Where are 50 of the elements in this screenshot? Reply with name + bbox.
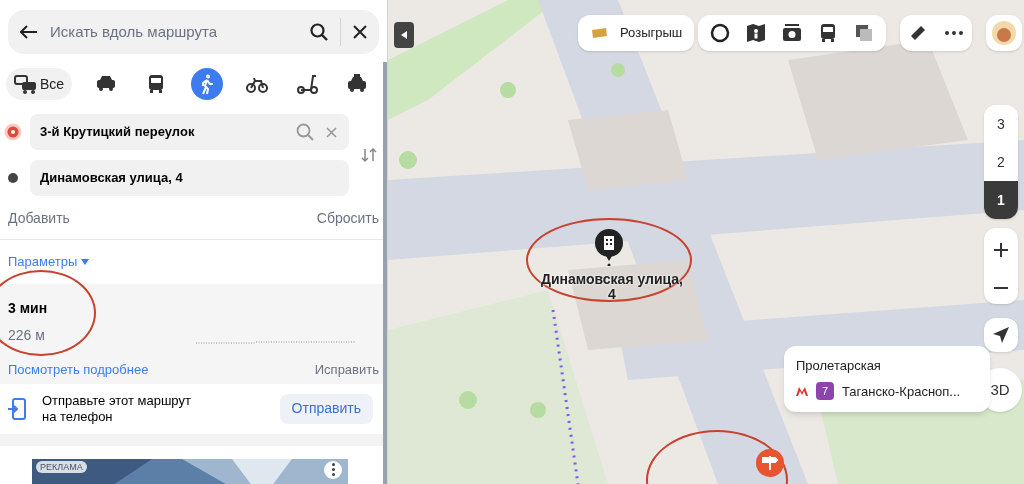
search-placeholder: Искать вдоль маршрута	[50, 21, 219, 42]
metro-popup[interactable]: Пролетарская 7 Таганско-Красноп...	[784, 346, 990, 412]
collapse-button[interactable]	[394, 22, 414, 48]
circle-icon[interactable]	[710, 23, 730, 43]
line-name: Таганско-Красноп...	[842, 382, 961, 401]
send-button[interactable]: Отправить	[279, 393, 373, 424]
search-bar[interactable]: Искать вдоль маршрута	[8, 10, 379, 55]
building-pin-icon[interactable]	[594, 228, 624, 266]
reset-link[interactable]: Сбросить	[316, 208, 379, 230]
all-modes-tab[interactable]: Все	[6, 68, 73, 101]
ruler-icon[interactable]	[909, 24, 927, 42]
add-link[interactable]: Добавить	[8, 208, 70, 230]
swap-icon[interactable]	[361, 147, 377, 164]
floor-button[interactable]: 3	[984, 105, 1018, 143]
zoom-in-icon[interactable]	[994, 243, 1008, 257]
raffle-button[interactable]: Розыгрыш	[578, 15, 695, 51]
vehicles-icon	[14, 73, 36, 96]
route-point-field[interactable]: Динамовская улица, 4	[30, 160, 349, 197]
tree	[611, 63, 625, 77]
close-icon[interactable]	[353, 25, 367, 40]
back-icon[interactable]	[20, 25, 38, 40]
avatar-button[interactable]	[986, 15, 1022, 51]
start-point-icon	[4, 123, 22, 142]
route-distance: 226 м	[8, 325, 45, 345]
scooter-icon	[295, 73, 318, 96]
location-arrow-icon	[993, 327, 1009, 343]
bus-icon[interactable]	[818, 23, 838, 43]
caret-icon	[401, 31, 407, 39]
route-time: 3 мин	[8, 298, 49, 318]
floor-button[interactable]: 2	[984, 143, 1018, 181]
locate-button[interactable]	[984, 318, 1018, 352]
fix-link[interactable]: Исправить	[314, 359, 379, 380]
send-to-phone-text: Отправьте этот маршрут на телефон	[42, 392, 192, 425]
floor-button[interactable]: 1	[984, 181, 1018, 219]
avatar-icon	[991, 20, 1017, 46]
caret-icon	[81, 258, 90, 265]
search-icon[interactable]	[310, 23, 328, 42]
signpost-pin-icon[interactable]	[754, 448, 786, 478]
scrollbar[interactable]	[383, 62, 387, 484]
metro-icon	[796, 386, 808, 396]
layers-icon[interactable]	[854, 23, 874, 43]
parameters-dropdown[interactable]: Параметры	[0, 252, 387, 272]
camera-icon[interactable]	[782, 23, 802, 43]
station-name: Пролетарская	[796, 357, 882, 375]
details-link[interactable]: Посмотреть подробнее	[8, 359, 149, 380]
pin-label: Динамовская улица, 4	[540, 272, 684, 302]
line-number-badge: 7	[816, 382, 834, 401]
phone-icon	[8, 397, 26, 420]
more-icon[interactable]	[945, 31, 963, 35]
ticket-icon	[590, 27, 608, 39]
